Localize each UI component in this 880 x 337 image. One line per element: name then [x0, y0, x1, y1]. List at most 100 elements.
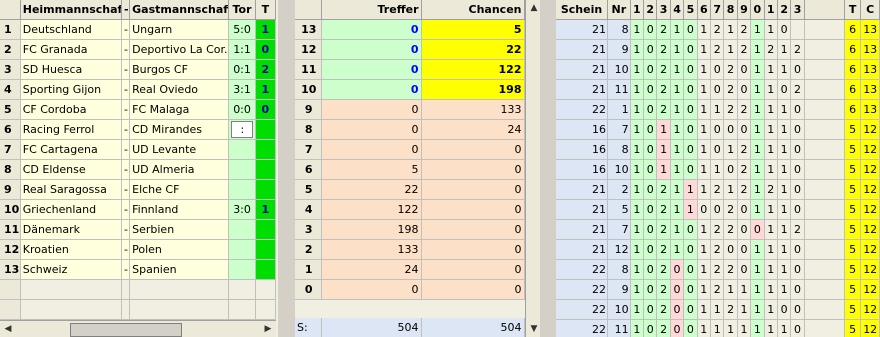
- ticket-row[interactable]: 22 11 1 0 2 0 0 1 1 1 1 1 1 1 0 5 12: [556, 319, 880, 337]
- home-team[interactable]: Deutschland: [20, 19, 123, 40]
- away-team[interactable]: FC Malaga: [129, 99, 230, 120]
- away-team[interactable]: CD Mirandes: [129, 119, 230, 140]
- horizontal-scrollbar[interactable]: ◀ ▶: [0, 320, 276, 337]
- match-row[interactable]: 4 Sporting Gijon - Real Oviedo 3:1 1: [0, 79, 277, 100]
- left-column-header[interactable]: Heimmannschaft: [20, 0, 123, 20]
- match-row[interactable]: 5 CF Cordoba - FC Malaga 0:0 0: [0, 99, 277, 120]
- home-team[interactable]: Sporting Gijon: [20, 79, 123, 100]
- stats-column-header[interactable]: Chancen: [421, 0, 525, 20]
- score-cell[interactable]: 0:0: [228, 99, 256, 120]
- ticket-column-header[interactable]: Schein: [556, 0, 608, 20]
- score-cell[interactable]: 5:0: [228, 19, 256, 40]
- ticket-row[interactable]: 16 8 1 0 1 1 0 1 0 1 2 1 1 1 0 5 12: [556, 139, 880, 160]
- match-row[interactable]: 12 Kroatien - Polen: [0, 239, 277, 260]
- scroll-left-arrow-icon[interactable]: ◀: [0, 321, 16, 337]
- tip-cell[interactable]: 1: [255, 19, 277, 40]
- tip-cell[interactable]: 1: [255, 79, 277, 100]
- vertical-scrollbar[interactable]: ▲ ▼: [525, 0, 540, 337]
- away-team[interactable]: UD Almeria: [129, 159, 230, 180]
- score-cell[interactable]: 1:1: [228, 39, 256, 60]
- away-team[interactable]: Finnland: [129, 199, 230, 220]
- scroll-thumb[interactable]: [70, 323, 182, 337]
- ticket-column-header[interactable]: 2: [643, 0, 658, 20]
- ticket-column-header[interactable]: 1: [764, 0, 778, 20]
- home-team[interactable]: CD Eldense: [20, 159, 123, 180]
- home-team[interactable]: CF Cordoba: [20, 99, 123, 120]
- ticket-column-header[interactable]: 5: [683, 0, 698, 20]
- tip-cell[interactable]: 0: [255, 99, 277, 120]
- match-row[interactable]: 8 CD Eldense - UD Almeria: [0, 159, 277, 180]
- scroll-right-arrow-icon[interactable]: ▶: [260, 321, 276, 337]
- tip-cell[interactable]: [255, 179, 277, 200]
- score-cell[interactable]: [228, 179, 256, 200]
- ticket-column-header[interactable]: C: [860, 0, 880, 20]
- away-team[interactable]: Deportivo La Cor...: [129, 39, 230, 60]
- score-cell[interactable]: :: [228, 119, 256, 140]
- score-cell[interactable]: [228, 239, 256, 260]
- ticket-row[interactable]: 21 12 1 0 2 1 0 1 2 0 0 1 1 1 0 5 12: [556, 239, 880, 260]
- ticket-column-header[interactable]: 6: [697, 0, 712, 20]
- score-cell[interactable]: 3:1: [228, 79, 256, 100]
- scroll-up-arrow-icon[interactable]: ▲: [526, 0, 540, 16]
- home-team[interactable]: FC Granada: [20, 39, 123, 60]
- tip-cell[interactable]: 1: [255, 199, 277, 220]
- away-team[interactable]: Spanien: [129, 259, 230, 280]
- tip-cell[interactable]: 0: [255, 39, 277, 60]
- ticket-column-header[interactable]: 2: [777, 0, 792, 20]
- ticket-column-header[interactable]: 4: [670, 0, 685, 20]
- home-team[interactable]: Real Saragossa: [20, 179, 123, 200]
- ticket-column-header[interactable]: 3: [790, 0, 805, 20]
- ticket-row[interactable]: 21 5 1 0 2 1 1 0 0 2 0 1 1 1 0 5 12: [556, 199, 880, 220]
- match-row[interactable]: 13 Schweiz - Spanien: [0, 259, 277, 280]
- scroll-down-arrow-icon[interactable]: ▼: [526, 321, 540, 337]
- ticket-row[interactable]: 21 2 1 0 2 1 1 1 2 1 2 1 2 1 0 5 12: [556, 179, 880, 200]
- ticket-row[interactable]: 21 9 1 0 2 1 0 1 2 1 2 1 2 1 2 6 13: [556, 39, 880, 60]
- ticket-row[interactable]: 22 8 1 0 2 0 0 1 2 2 0 1 1 1 0 5 12: [556, 259, 880, 280]
- ticket-column-header[interactable]: 8: [723, 0, 738, 20]
- left-column-header[interactable]: T: [255, 0, 277, 20]
- score-cell[interactable]: [228, 139, 256, 160]
- away-team[interactable]: Polen: [129, 239, 230, 260]
- tip-cell[interactable]: [255, 119, 277, 140]
- score-cell[interactable]: [228, 219, 256, 240]
- match-row[interactable]: 2 FC Granada - Deportivo La Cor... 1:1 0: [0, 39, 277, 60]
- stats-column-header[interactable]: Treffer: [321, 0, 422, 20]
- ticket-row[interactable]: 21 10 1 0 2 1 0 1 0 2 0 1 1 1 0 6 13: [556, 59, 880, 80]
- match-row[interactable]: 9 Real Saragossa - Elche CF: [0, 179, 277, 200]
- home-team[interactable]: Kroatien: [20, 239, 123, 260]
- ticket-row[interactable]: 22 10 1 0 2 0 0 1 1 2 1 1 1 0 0 5 12: [556, 299, 880, 320]
- away-team[interactable]: Real Oviedo: [129, 79, 230, 100]
- tip-cell[interactable]: [255, 139, 277, 160]
- ticket-row[interactable]: 16 7 1 0 1 1 0 1 0 0 0 1 1 1 0 5 12: [556, 119, 880, 140]
- match-row[interactable]: 10 Griechenland - Finnland 3:0 1: [0, 199, 277, 220]
- ticket-row[interactable]: 21 7 1 0 2 1 0 1 2 2 0 0 1 1 2 5 12: [556, 219, 880, 240]
- tip-cell[interactable]: [255, 259, 277, 280]
- away-team[interactable]: Elche CF: [129, 179, 230, 200]
- match-row[interactable]: 11 Dänemark - Serbien: [0, 219, 277, 240]
- home-team[interactable]: Griechenland: [20, 199, 123, 220]
- stats-column-header[interactable]: [295, 0, 322, 20]
- ticket-row[interactable]: 22 1 1 0 2 1 0 1 1 2 2 1 1 1 0 6 13: [556, 99, 880, 120]
- ticket-column-header[interactable]: T: [844, 0, 862, 20]
- match-row[interactable]: 3 SD Huesca - Burgos CF 0:1 2: [0, 59, 277, 80]
- score-cell[interactable]: 3:0: [228, 199, 256, 220]
- home-team[interactable]: SD Huesca: [20, 59, 123, 80]
- away-team[interactable]: UD Levante: [129, 139, 230, 160]
- ticket-column-header[interactable]: 0: [750, 0, 765, 20]
- match-row[interactable]: 6 Racing Ferrol - CD Mirandes:: [0, 119, 277, 140]
- away-team[interactable]: Serbien: [129, 219, 230, 240]
- left-column-header[interactable]: -: [121, 0, 131, 20]
- away-team[interactable]: Burgos CF: [129, 59, 230, 80]
- tip-cell[interactable]: 2: [255, 59, 277, 80]
- away-team[interactable]: Ungarn: [129, 19, 230, 40]
- ticket-column-header[interactable]: 7: [710, 0, 725, 20]
- score-input[interactable]: :: [231, 121, 254, 138]
- ticket-row[interactable]: 21 8 1 0 2 1 0 1 2 1 2 1 1 0 6 13: [556, 19, 880, 40]
- ticket-column-header[interactable]: [804, 0, 845, 20]
- ticket-column-header[interactable]: 3: [656, 0, 671, 20]
- ticket-column-header[interactable]: 9: [737, 0, 752, 20]
- home-team[interactable]: FC Cartagena: [20, 139, 123, 160]
- score-cell[interactable]: 0:1: [228, 59, 256, 80]
- score-cell[interactable]: [228, 159, 256, 180]
- home-team[interactable]: Dänemark: [20, 219, 123, 240]
